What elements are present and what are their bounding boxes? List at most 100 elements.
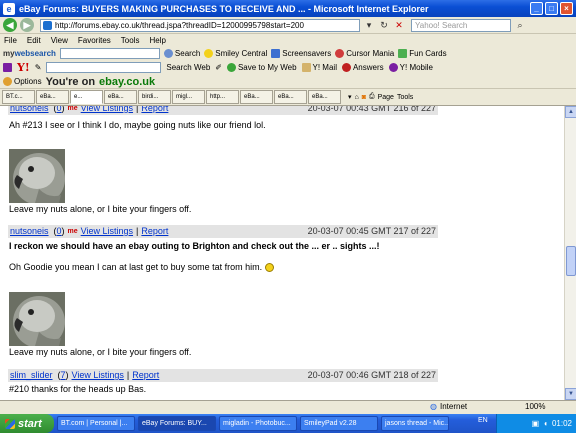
browser-tab[interactable]: eBa... <box>274 90 307 104</box>
smiley-central-button[interactable]: Smiley Central <box>204 48 267 58</box>
close-button[interactable]: × <box>560 2 573 15</box>
scroll-down-icon[interactable]: ▼ <box>565 388 576 400</box>
browser-tab[interactable]: eBa... <box>240 90 273 104</box>
address-url: http://forums.ebay.co.uk/thread.jspa?thr… <box>55 20 304 30</box>
browser-tab[interactable]: eBa... <box>104 90 137 104</box>
mywebsearch-logo: mywebsearch <box>3 48 56 58</box>
post-body: Oh Goodie you mean I can at last get to … <box>9 262 274 273</box>
tab-list-icon[interactable]: ▾ <box>348 93 352 101</box>
report-link[interactable]: Report <box>141 225 168 238</box>
menu-tools[interactable]: Tools <box>121 36 140 45</box>
save-to-my-web-button[interactable]: Save to My Web <box>226 63 297 72</box>
taskbar-item[interactable]: migladin - Photobuc... <box>219 416 297 431</box>
envelope-icon <box>301 63 311 72</box>
highlight-icon[interactable]: ✐ <box>215 63 222 72</box>
clock[interactable]: 01:02 <box>552 419 572 428</box>
browser-tab[interactable]: eBa... <box>36 90 69 104</box>
start-button[interactable]: start <box>0 414 54 433</box>
yahoo-toolbar: Y! ✎ Search Web ✐ Save to My Web Y! Mail… <box>0 60 576 75</box>
smiley-icon <box>204 48 214 58</box>
yahoo-search-field[interactable] <box>46 62 162 73</box>
page-menu[interactable]: Page <box>378 94 394 101</box>
me-icon[interactable]: me <box>68 106 78 115</box>
status-bar: ◍ Internet 100% <box>0 400 576 414</box>
post-username[interactable]: nutsoneis <box>10 225 49 238</box>
ebay-toolbar: Options You're on ebay.co.uk <box>0 75 576 89</box>
maximize-button[interactable]: □ <box>545 2 558 15</box>
options-button[interactable]: Options <box>3 77 42 86</box>
feedback-score[interactable]: 0 <box>57 106 62 113</box>
yahoo-logo[interactable]: Y! <box>17 61 30 74</box>
menu-bar: File Edit View Favorites Tools Help <box>0 34 576 46</box>
taskbar-item[interactable]: BT.com | Personal |... <box>57 416 135 431</box>
view-listings-link[interactable]: View Listings <box>81 225 133 238</box>
scroll-thumb[interactable] <box>566 246 576 276</box>
language-indicator[interactable]: EN <box>478 417 488 424</box>
browser-tab[interactable]: BT.c... <box>2 90 35 104</box>
volume-icon[interactable]: ◖ <box>543 419 548 428</box>
me-icon[interactable]: me <box>68 225 78 238</box>
post-date: 20-03-07 00:43 GMT 216 of 227 <box>307 106 436 113</box>
yahoo-answers-button[interactable]: Answers <box>341 63 384 72</box>
yahoo-toolbar-icon[interactable] <box>3 63 12 72</box>
menu-edit[interactable]: Edit <box>27 36 41 45</box>
options-icon <box>3 77 12 86</box>
feedback-score[interactable]: 0 <box>57 226 62 236</box>
fun-cards-button[interactable]: Fun Cards <box>398 48 447 58</box>
pencil-icon[interactable]: ✎ <box>35 63 42 72</box>
dropdown-icon[interactable]: ▾ <box>363 19 375 31</box>
screensaver-icon <box>271 48 281 58</box>
report-link[interactable]: Report <box>132 369 159 382</box>
tools-menu[interactable]: Tools <box>397 94 413 101</box>
forward-button[interactable]: ▶ <box>20 18 34 32</box>
browser-tab[interactable]: birdi... <box>138 90 171 104</box>
home-icon[interactable]: ⌂ <box>355 94 359 101</box>
screensavers-button[interactable]: Screensavers <box>271 48 331 58</box>
yahoo-search-input[interactable]: Yahoo! Search <box>411 18 511 32</box>
post-username[interactable]: nutsoneis <box>10 106 49 115</box>
cursor-mania-button[interactable]: Cursor Mania <box>335 48 394 58</box>
post-date: 20-03-07 00:46 GMT 218 of 227 <box>307 370 436 380</box>
security-zone: ◍ Internet <box>430 402 468 411</box>
scroll-up-icon[interactable]: ▲ <box>565 106 576 118</box>
search-icon[interactable]: ⌕ <box>514 19 526 31</box>
windows-flag-icon <box>5 418 15 429</box>
report-link[interactable]: Report <box>141 106 168 115</box>
menu-view[interactable]: View <box>51 36 68 45</box>
vertical-scrollbar[interactable]: ▲ ▼ <box>564 106 576 400</box>
cursor-icon <box>335 48 345 58</box>
stop-icon[interactable]: ✕ <box>393 19 405 31</box>
browser-tab[interactable]: migl... <box>172 90 205 104</box>
card-icon <box>398 48 408 58</box>
yahoo-mail-button[interactable]: Y! Mail <box>301 63 337 72</box>
ebay-site-label: ebay.co.uk <box>99 75 156 88</box>
mywebsearch-search-button[interactable]: Search <box>163 48 200 58</box>
taskbar-item[interactable]: SmileyPad v2.28 <box>300 416 378 431</box>
mobile-icon <box>388 63 398 72</box>
yahoo-search-web-button[interactable]: Search Web <box>166 63 210 72</box>
zoom-level[interactable]: 100% <box>525 402 545 411</box>
taskbar-item-active[interactable]: eBay Forums: BUY... <box>138 416 216 431</box>
refresh-icon[interactable]: ↻ <box>378 19 390 31</box>
view-listings-link[interactable]: View Listings <box>72 369 124 382</box>
browser-tab[interactable]: eBa... <box>308 90 341 104</box>
taskbar-item[interactable]: jasons thread - Mic... <box>381 416 449 431</box>
back-button[interactable]: ◀ <box>3 18 17 32</box>
feeds-icon[interactable]: ◙ <box>362 94 366 101</box>
print-icon[interactable]: ⎙ <box>369 93 375 101</box>
post-username[interactable]: slim_slider <box>10 369 53 382</box>
view-listings-link[interactable]: View Listings <box>81 106 133 115</box>
browser-tab-active[interactable]: e... <box>70 90 103 104</box>
post-body: Ah #213 I see or I think I do, maybe goi… <box>9 120 266 130</box>
mywebsearch-input[interactable] <box>59 47 160 59</box>
network-icon[interactable]: ▣ <box>532 419 540 428</box>
menu-help[interactable]: Help <box>149 36 165 45</box>
yahoo-mobile-button[interactable]: Y! Mobile <box>388 63 433 72</box>
menu-favorites[interactable]: Favorites <box>78 36 111 45</box>
menu-file[interactable]: File <box>4 36 17 45</box>
address-bar[interactable]: http://forums.ebay.co.uk/thread.jspa?thr… <box>40 18 360 32</box>
browser-tab[interactable]: http... <box>206 90 239 104</box>
feedback-score[interactable]: 7 <box>61 370 66 380</box>
mywebsearch-toolbar: mywebsearch Search Smiley Central Screen… <box>0 46 576 60</box>
minimize-button[interactable]: _ <box>530 2 543 15</box>
